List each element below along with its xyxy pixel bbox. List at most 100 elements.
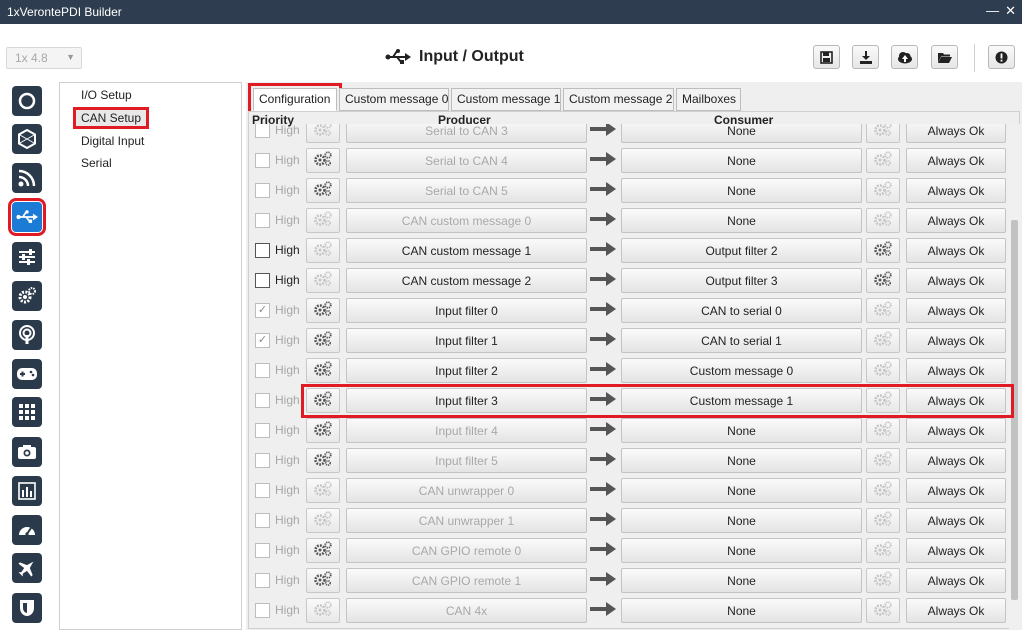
high-priority-checkbox[interactable] — [255, 243, 270, 258]
producer-settings-button[interactable] — [306, 508, 340, 533]
version-select[interactable]: 1x 4.8 ▼ — [6, 47, 82, 69]
status-button[interactable]: Always Ok — [906, 598, 1006, 623]
status-button[interactable]: Always Ok — [906, 238, 1006, 263]
consumer-settings-button[interactable] — [866, 418, 900, 443]
consumer-select[interactable]: None — [621, 508, 862, 533]
producer-settings-button[interactable] — [306, 418, 340, 443]
nav-circle-button[interactable] — [12, 86, 42, 116]
producer-select[interactable]: Input filter 5 — [346, 448, 587, 473]
producer-settings-button[interactable] — [306, 124, 340, 143]
consumer-select[interactable]: Custom message 0 — [621, 358, 862, 383]
high-priority-checkbox[interactable] — [255, 423, 270, 438]
nav-model-button[interactable] — [12, 124, 42, 154]
high-priority-checkbox[interactable] — [255, 603, 270, 618]
consumer-select[interactable]: Output filter 2 — [621, 238, 862, 263]
producer-settings-button[interactable] — [306, 178, 340, 203]
info-button[interactable] — [988, 45, 1015, 69]
high-priority-checkbox[interactable] — [255, 453, 270, 468]
nav-airplane-button[interactable] — [12, 553, 42, 583]
consumer-select[interactable]: None — [621, 598, 862, 623]
high-priority-checkbox[interactable] — [255, 153, 270, 168]
consumer-settings-button[interactable] — [866, 508, 900, 533]
producer-select[interactable]: CAN custom message 0 — [346, 208, 587, 233]
producer-settings-button[interactable] — [306, 328, 340, 353]
producer-settings-button[interactable] — [306, 538, 340, 563]
status-button[interactable]: Always Ok — [906, 538, 1006, 563]
consumer-select[interactable]: None — [621, 124, 862, 143]
nav-chart-button[interactable] — [12, 476, 42, 506]
consumer-settings-button[interactable] — [866, 208, 900, 233]
producer-select[interactable]: Input filter 1 — [346, 328, 587, 353]
tree-item-io-setup[interactable]: I/O Setup — [81, 88, 132, 102]
consumer-settings-button[interactable] — [866, 568, 900, 593]
consumer-select[interactable]: Output filter 3 — [621, 268, 862, 293]
nav-input-output-button[interactable] — [8, 198, 46, 236]
high-priority-checkbox[interactable] — [255, 363, 270, 378]
status-button[interactable]: Always Ok — [906, 268, 1006, 293]
consumer-select[interactable]: None — [621, 178, 862, 203]
tab-custom-message-2[interactable]: Custom message 2 — [563, 88, 674, 111]
producer-settings-button[interactable] — [306, 568, 340, 593]
producer-select[interactable]: Serial to CAN 4 — [346, 148, 587, 173]
tree-item-digital-input[interactable]: Digital Input — [81, 134, 144, 148]
consumer-settings-button[interactable] — [866, 328, 900, 353]
producer-settings-button[interactable] — [306, 598, 340, 623]
consumer-settings-button[interactable] — [866, 448, 900, 473]
consumer-settings-button[interactable] — [866, 238, 900, 263]
tree-item-can-setup[interactable]: CAN Setup — [72, 107, 150, 129]
producer-select[interactable]: CAN GPIO remote 1 — [346, 568, 587, 593]
producer-select[interactable]: CAN custom message 1 — [346, 238, 587, 263]
download-button[interactable] — [852, 45, 879, 69]
producer-select[interactable]: CAN unwrapper 0 — [346, 478, 587, 503]
minimize-button[interactable]: — — [986, 3, 999, 19]
status-button[interactable]: Always Ok — [906, 508, 1006, 533]
consumer-settings-button[interactable] — [866, 298, 900, 323]
consumer-select[interactable]: None — [621, 448, 862, 473]
consumer-select[interactable]: None — [621, 568, 862, 593]
consumer-settings-button[interactable] — [866, 268, 900, 293]
producer-settings-button[interactable] — [306, 268, 340, 293]
producer-settings-button[interactable] — [306, 358, 340, 383]
tree-item-serial[interactable]: Serial — [81, 156, 112, 170]
high-priority-checkbox[interactable] — [255, 213, 270, 228]
producer-settings-button[interactable] — [306, 448, 340, 473]
tab-mailboxes[interactable]: Mailboxes — [676, 88, 741, 111]
consumer-select[interactable]: CAN to serial 1 — [621, 328, 862, 353]
producer-settings-button[interactable] — [306, 478, 340, 503]
consumer-settings-button[interactable] — [866, 124, 900, 143]
status-button[interactable]: Always Ok — [906, 358, 1006, 383]
status-button[interactable]: Always Ok — [906, 208, 1006, 233]
tab-custom-message-0[interactable]: Custom message 0 — [339, 88, 449, 111]
high-priority-checkbox[interactable] — [255, 483, 270, 498]
status-button[interactable]: Always Ok — [906, 178, 1006, 203]
nav-broadcast-button[interactable] — [12, 320, 42, 350]
high-priority-checkbox[interactable] — [255, 513, 270, 528]
consumer-settings-button[interactable] — [866, 148, 900, 173]
consumer-select[interactable]: None — [621, 208, 862, 233]
producer-select[interactable]: Input filter 4 — [346, 418, 587, 443]
high-priority-checkbox[interactable] — [255, 124, 270, 138]
consumer-settings-button[interactable] — [866, 478, 900, 503]
nav-rss-button[interactable] — [12, 163, 42, 193]
status-button[interactable]: Always Ok — [906, 148, 1006, 173]
nav-gauge-button[interactable] — [12, 515, 42, 545]
status-button[interactable]: Always Ok — [906, 124, 1006, 143]
status-button[interactable]: Always Ok — [906, 418, 1006, 443]
close-button[interactable]: ✕ — [1005, 3, 1016, 19]
producer-select[interactable]: CAN unwrapper 1 — [346, 508, 587, 533]
consumer-select[interactable]: CAN to serial 0 — [621, 298, 862, 323]
consumer-select[interactable]: None — [621, 148, 862, 173]
nav-sliders-button[interactable] — [12, 242, 42, 272]
status-button[interactable]: Always Ok — [906, 568, 1006, 593]
status-button[interactable]: Always Ok — [906, 328, 1006, 353]
high-priority-checkbox[interactable]: ✓ — [255, 303, 270, 318]
nav-gamepad-button[interactable] — [12, 359, 42, 389]
producer-settings-button[interactable] — [306, 238, 340, 263]
status-button[interactable]: Always Ok — [906, 478, 1006, 503]
producer-select[interactable]: Input filter 0 — [346, 298, 587, 323]
open-folder-button[interactable] — [931, 45, 958, 69]
producer-settings-button[interactable] — [306, 208, 340, 233]
consumer-settings-button[interactable] — [866, 598, 900, 623]
high-priority-checkbox[interactable] — [255, 543, 270, 558]
status-button[interactable]: Always Ok — [906, 448, 1006, 473]
